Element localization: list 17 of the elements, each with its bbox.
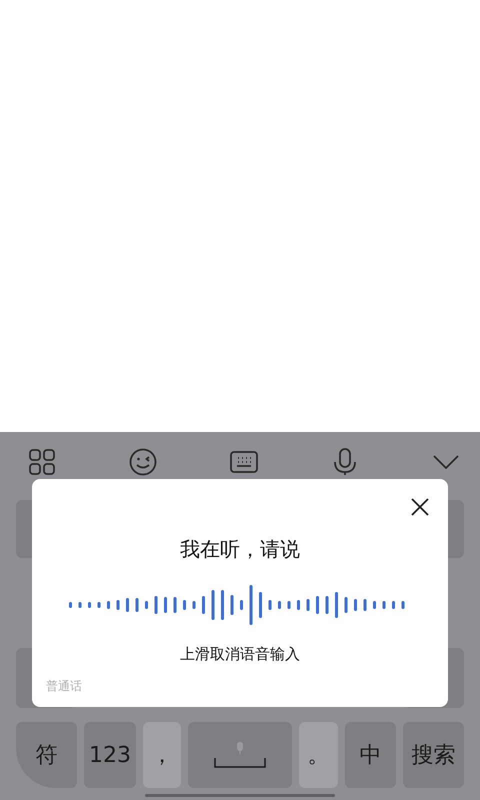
emoji-icon[interactable] bbox=[129, 448, 157, 476]
key-button[interactable]: 。 bbox=[299, 722, 338, 788]
microphone-icon[interactable] bbox=[334, 448, 356, 476]
key-button[interactable]: 符 bbox=[16, 722, 77, 788]
apps-grid-icon[interactable] bbox=[29, 449, 55, 475]
cancel-hint: 上滑取消语音输入 bbox=[180, 645, 300, 664]
key-button[interactable]: 中 bbox=[345, 722, 396, 788]
chevron-down-icon[interactable] bbox=[433, 455, 459, 469]
key-button[interactable]: 搜索 bbox=[403, 722, 464, 788]
dialog-title: 我在听，请说 bbox=[180, 536, 300, 563]
close-icon[interactable] bbox=[410, 497, 430, 517]
key-button[interactable]: 123 bbox=[84, 722, 136, 788]
language-label: 普通话 bbox=[46, 678, 82, 695]
key-button[interactable]: ， bbox=[143, 722, 181, 788]
microphone-icon bbox=[236, 742, 244, 754]
keyboard-icon[interactable] bbox=[230, 451, 258, 473]
space-bar-icon bbox=[214, 758, 266, 768]
